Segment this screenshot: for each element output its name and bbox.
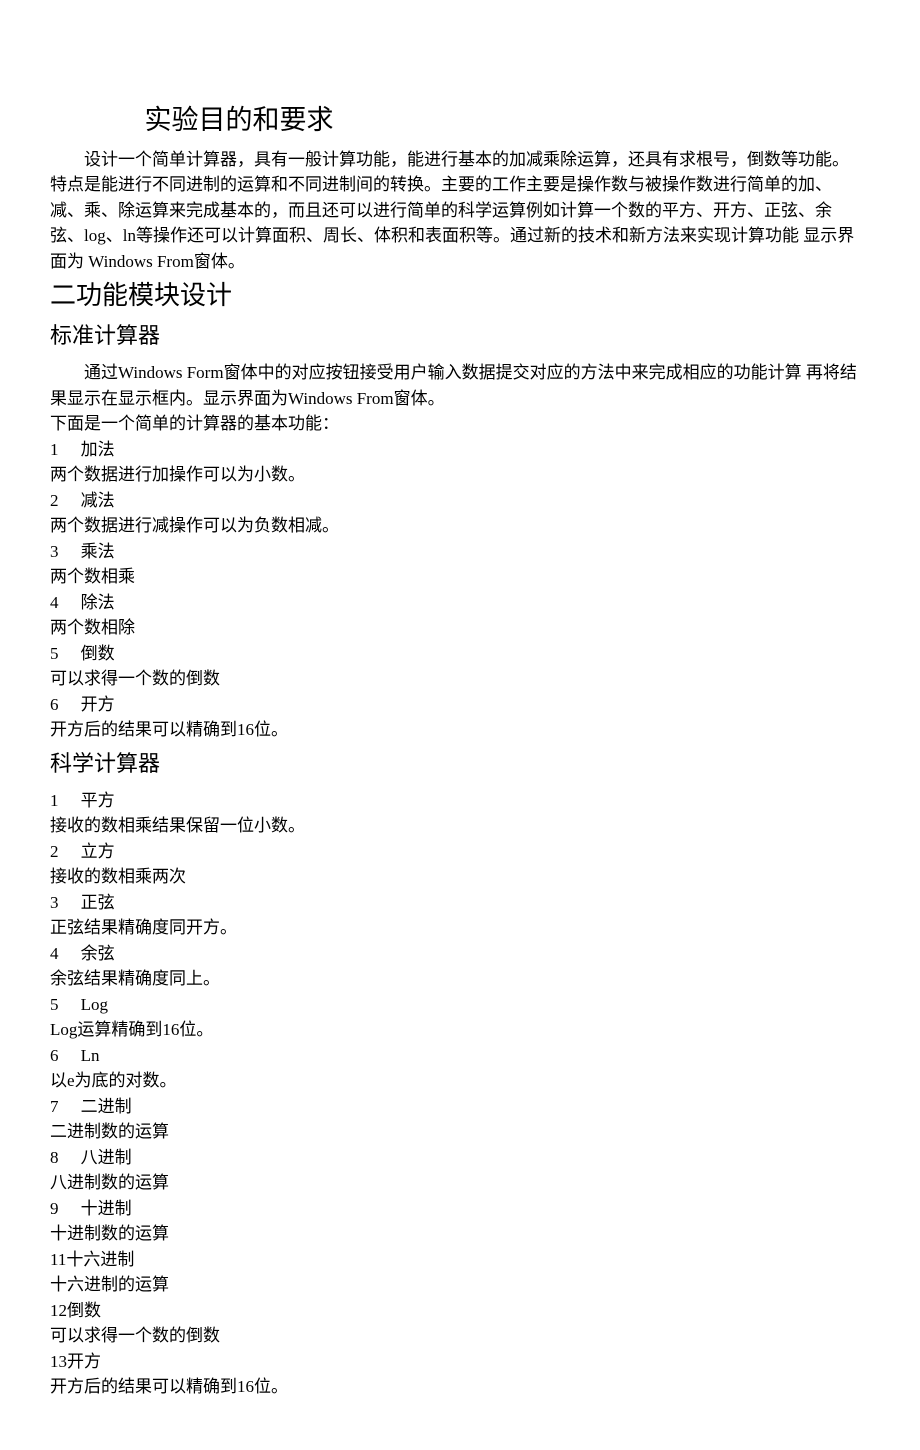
scientific-item-desc: 接收的数相乘结果保留一位小数。 (50, 813, 870, 839)
scientific-item-number: 5 (50, 992, 81, 1018)
scientific-item-desc: 接收的数相乘两次 (50, 864, 870, 890)
scientific-item-head: 2立方 (50, 839, 870, 865)
scientific-item-head: 3正弦 (50, 890, 870, 916)
heading-purpose: 实验目的和要求 (50, 100, 870, 141)
scientific-item-desc: Log运算精确到16位。 (50, 1017, 870, 1043)
scientific-item-desc: 八进制数的运算 (50, 1170, 870, 1196)
standard-item-head: 6开方 (50, 692, 870, 718)
scientific-item-label: 倒数 (67, 1298, 101, 1324)
scientific-item-label: 八进制 (81, 1145, 132, 1171)
standard-line-lead: 下面是一个简单的计算器的基本功能： (50, 411, 870, 437)
scientific-item-desc: 正弦结果精确度同开方。 (50, 915, 870, 941)
heading-scientific-calculator: 科学计算器 (50, 747, 870, 780)
scientific-item-label: 正弦 (81, 890, 115, 916)
heading-section-2: 二功能模块设计 (50, 276, 870, 315)
scientific-item-number: 12 (50, 1298, 67, 1324)
scientific-item-head: 11十六进制 (50, 1247, 870, 1273)
scientific-item-number: 3 (50, 890, 81, 916)
scientific-item-label: Log (81, 992, 108, 1018)
standard-item-label: 乘法 (81, 539, 115, 565)
standard-item-head: 2减法 (50, 488, 870, 514)
standard-item-head: 1加法 (50, 437, 870, 463)
scientific-item-label: 开方 (67, 1349, 101, 1375)
standard-item-head: 4除法 (50, 590, 870, 616)
scientific-item-desc: 十六进制的运算 (50, 1272, 870, 1298)
standard-item-head: 3乘法 (50, 539, 870, 565)
standard-item-number: 1 (50, 437, 81, 463)
heading-standard-calculator: 标准计算器 (50, 319, 870, 352)
scientific-item-number: 13 (50, 1349, 67, 1375)
scientific-item-desc: 十进制数的运算 (50, 1221, 870, 1247)
standard-item-number: 2 (50, 488, 81, 514)
standard-item-label: 倒数 (81, 641, 115, 667)
standard-item-label: 开方 (81, 692, 115, 718)
scientific-item-desc: 可以求得一个数的倒数 (50, 1323, 870, 1349)
standard-item-desc: 可以求得一个数的倒数 (50, 666, 870, 692)
standard-item-desc: 两个数相乘 (50, 564, 870, 590)
standard-item-desc: 开方后的结果可以精确到16位。 (50, 717, 870, 743)
document-page: 实验目的和要求 设计一个简单计算器，具有一般计算功能，能进行基本的加减乘除运算，… (0, 0, 920, 1450)
scientific-item-label: 平方 (81, 788, 115, 814)
scientific-item-head: 8八进制 (50, 1145, 870, 1171)
scientific-item-number: 7 (50, 1094, 81, 1120)
scientific-item-head: 13开方 (50, 1349, 870, 1375)
scientific-item-head: 1平方 (50, 788, 870, 814)
scientific-item-number: 1 (50, 788, 81, 814)
standard-item-desc: 两个数据进行减操作可以为负数相减。 (50, 513, 870, 539)
scientific-item-label: 十六进制 (66, 1247, 134, 1273)
standard-item-label: 加法 (81, 437, 115, 463)
scientific-item-head: 12倒数 (50, 1298, 870, 1324)
standard-item-label: 减法 (81, 488, 115, 514)
scientific-item-desc: 以e为底的对数。 (50, 1068, 870, 1094)
scientific-item-head: 4余弦 (50, 941, 870, 967)
standard-item-number: 3 (50, 539, 81, 565)
scientific-item-label: Ln (81, 1043, 100, 1069)
scientific-item-head: 7二进制 (50, 1094, 870, 1120)
scientific-item-number: 2 (50, 839, 81, 865)
scientific-item-desc: 开方后的结果可以精确到16位。 (50, 1374, 870, 1400)
standard-item-head: 5倒数 (50, 641, 870, 667)
scientific-item-number: 4 (50, 941, 81, 967)
scientific-item-label: 余弦 (81, 941, 115, 967)
standard-item-number: 5 (50, 641, 81, 667)
scientific-item-number: 6 (50, 1043, 81, 1069)
standard-item-desc: 两个数相除 (50, 615, 870, 641)
scientific-item-label: 二进制 (81, 1094, 132, 1120)
scientific-item-head: 6Ln (50, 1043, 870, 1069)
scientific-item-head: 9十进制 (50, 1196, 870, 1222)
scientific-item-number: 8 (50, 1145, 81, 1171)
scientific-item-label: 十进制 (81, 1196, 132, 1222)
standard-item-number: 6 (50, 692, 81, 718)
scientific-item-number: 11 (50, 1247, 66, 1273)
standard-item-desc: 两个数据进行加操作可以为小数。 (50, 462, 870, 488)
intro-paragraph: 设计一个简单计算器，具有一般计算功能，能进行基本的加减乘除运算，还具有求根号，倒… (50, 147, 870, 275)
standard-feature-list: 1加法两个数据进行加操作可以为小数。2减法两个数据进行减操作可以为负数相减。3乘… (50, 437, 870, 743)
standard-intro-paragraph: 通过Windows Form窗体中的对应按钮接受用户输入数据提交对应的方法中来完… (50, 360, 870, 411)
standard-item-label: 除法 (81, 590, 115, 616)
scientific-item-number: 9 (50, 1196, 81, 1222)
scientific-item-desc: 余弦结果精确度同上。 (50, 966, 870, 992)
scientific-item-label: 立方 (81, 839, 115, 865)
standard-item-number: 4 (50, 590, 81, 616)
scientific-item-head: 5Log (50, 992, 870, 1018)
scientific-feature-list: 1平方接收的数相乘结果保留一位小数。2立方接收的数相乘两次3正弦正弦结果精确度同… (50, 788, 870, 1400)
scientific-item-desc: 二进制数的运算 (50, 1119, 870, 1145)
